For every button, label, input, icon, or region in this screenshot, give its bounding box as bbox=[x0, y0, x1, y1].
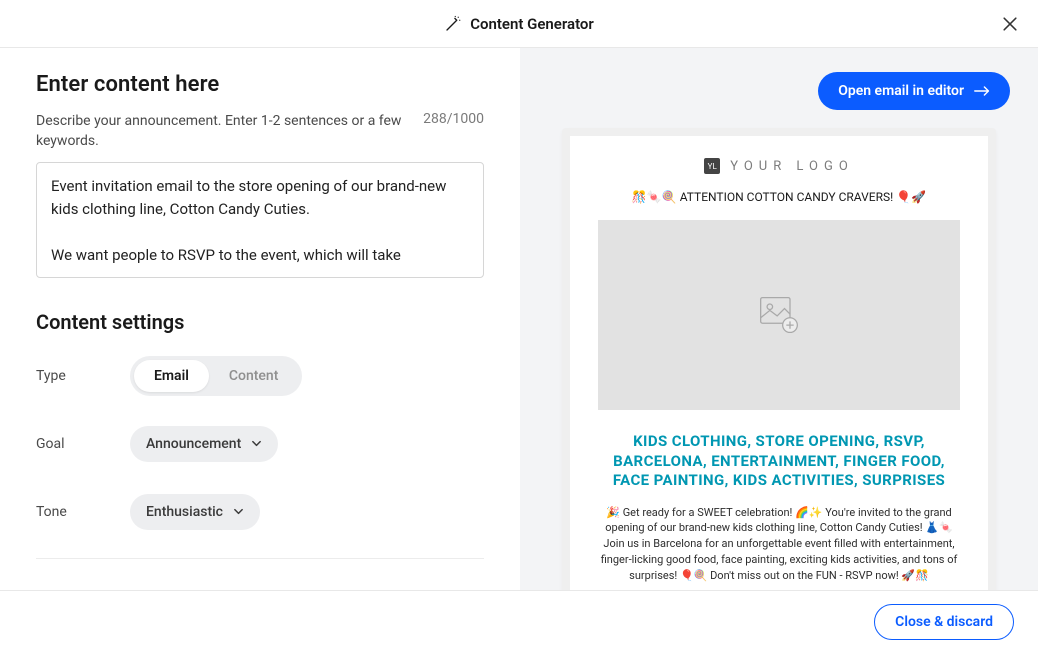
modal-title: Content Generator bbox=[470, 15, 594, 33]
divider bbox=[36, 558, 484, 559]
page-title: Enter content here bbox=[36, 72, 484, 97]
modal-title-wrap: Content Generator bbox=[444, 15, 594, 33]
goal-label: Goal bbox=[36, 436, 130, 452]
setting-row-type: Type Email Content bbox=[36, 354, 484, 398]
chevron-down-icon bbox=[233, 506, 244, 517]
preview-subheading: KIDS CLOTHING, STORE OPENING, RSVP, BARC… bbox=[598, 432, 960, 491]
tone-select[interactable]: Enthusiastic bbox=[130, 494, 260, 530]
preview-logo: YL YOUR LOGO bbox=[598, 158, 960, 174]
left-panel: Enter content here Describe your announc… bbox=[0, 48, 520, 590]
close-discard-button[interactable]: Close & discard bbox=[874, 604, 1014, 640]
logo-text: YOUR LOGO bbox=[730, 159, 854, 174]
preview-image-placeholder bbox=[598, 220, 960, 410]
email-preview-inner: YL YOUR LOGO 🎊🍬🍭 ATTENTION COTTON CANDY … bbox=[570, 136, 988, 590]
image-placeholder-icon bbox=[757, 295, 801, 335]
modal-header: Content Generator bbox=[0, 0, 1038, 48]
type-label: Type bbox=[36, 368, 130, 384]
modal-body: Enter content here Describe your announc… bbox=[0, 48, 1038, 590]
logo-badge-icon: YL bbox=[704, 158, 720, 174]
tone-value: Enthusiastic bbox=[146, 504, 223, 520]
type-option-content[interactable]: Content bbox=[209, 360, 299, 392]
setting-row-tone: Tone Enthusiastic bbox=[36, 490, 484, 534]
open-editor-label: Open email in editor bbox=[838, 83, 964, 99]
setting-row-goal: Goal Announcement bbox=[36, 422, 484, 466]
goal-value: Announcement bbox=[146, 436, 241, 452]
magic-wand-icon bbox=[444, 15, 462, 33]
settings-heading: Content settings bbox=[36, 310, 484, 334]
preview-body-text: 🎉 Get ready for a SWEET celebration! 🌈✨ … bbox=[598, 505, 960, 585]
preview-headline: 🎊🍬🍭 ATTENTION COTTON CANDY CRAVERS! 🎈🚀 bbox=[598, 190, 960, 204]
character-count: 288/1000 bbox=[423, 111, 484, 127]
instructions-text: Describe your announcement. Enter 1-2 se… bbox=[36, 111, 406, 152]
modal-footer: Close & discard bbox=[0, 590, 1038, 652]
open-email-editor-button[interactable]: Open email in editor bbox=[818, 72, 1010, 110]
goal-select[interactable]: Announcement bbox=[130, 426, 278, 462]
instructions-row: Describe your announcement. Enter 1-2 se… bbox=[36, 111, 484, 152]
close-icon[interactable] bbox=[1000, 14, 1020, 34]
type-segmented-control: Email Content bbox=[130, 356, 302, 396]
preview-panel: Open email in editor YL YOUR LOGO 🎊🍬🍭 AT… bbox=[520, 48, 1038, 590]
arrow-right-icon bbox=[974, 85, 990, 97]
tone-label: Tone bbox=[36, 504, 130, 520]
chevron-down-icon bbox=[251, 438, 262, 449]
email-preview-frame: YL YOUR LOGO 🎊🍬🍭 ATTENTION COTTON CANDY … bbox=[562, 128, 996, 590]
type-option-email[interactable]: Email bbox=[134, 360, 209, 392]
prompt-input[interactable] bbox=[36, 162, 484, 278]
